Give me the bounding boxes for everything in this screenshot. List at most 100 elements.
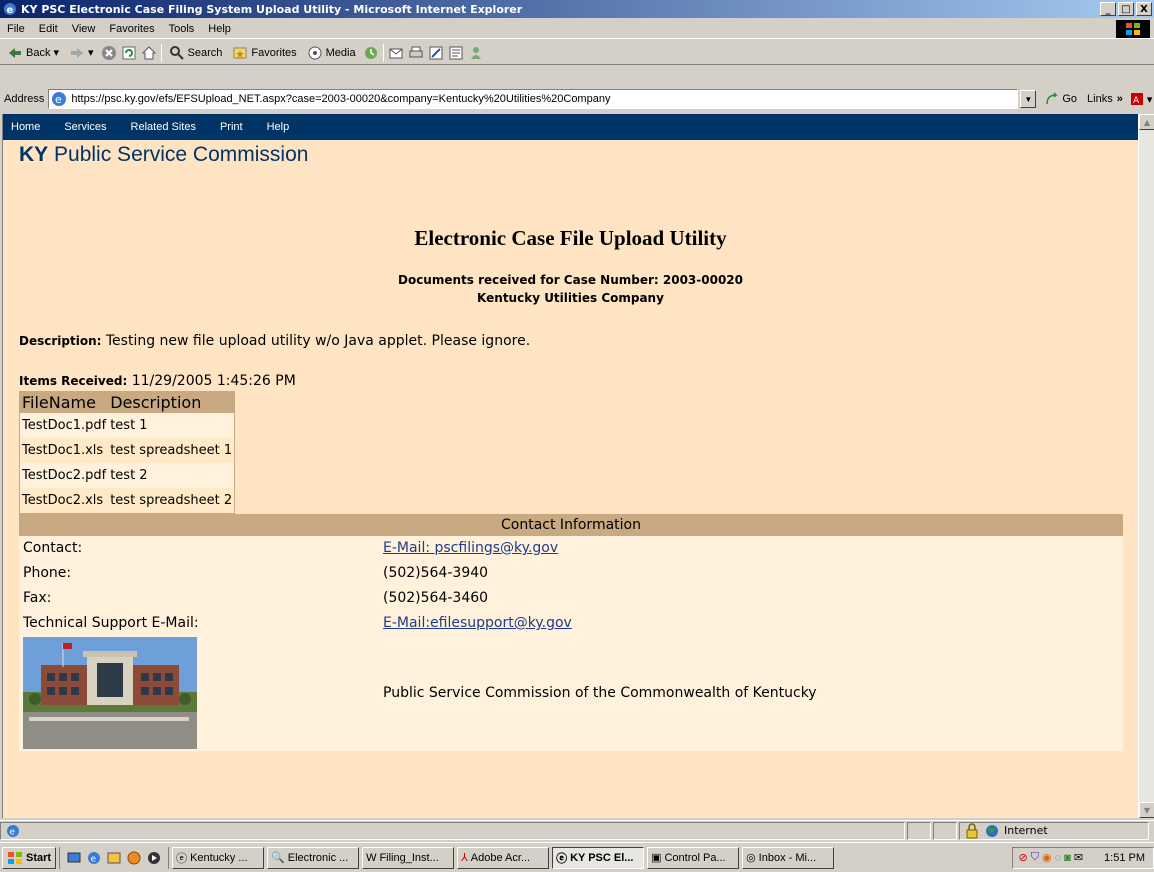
- taskbar-item-label: Kentucky ...: [190, 851, 248, 864]
- forward-dropdown-icon[interactable]: ▾: [88, 46, 94, 59]
- go-button[interactable]: Go: [1044, 91, 1077, 107]
- taskbar-item-kentucky[interactable]: ⓔ Kentucky ...: [172, 846, 265, 869]
- address-bar: Address e https://psc.ky.gov/efs/EFSUplo…: [0, 88, 1154, 110]
- refresh-icon[interactable]: [121, 45, 137, 61]
- address-url: https://psc.ky.gov/efs/EFSUpload_NET.asp…: [71, 93, 611, 105]
- media-button[interactable]: Media: [304, 45, 359, 61]
- ie-icon[interactable]: e: [86, 850, 102, 866]
- address-input[interactable]: e https://psc.ky.gov/efs/EFSUpload_NET.a…: [48, 89, 1019, 109]
- taskbar-item-filing-inst[interactable]: W Filing_Inst...: [362, 846, 455, 869]
- favorites-button[interactable]: Favorites: [229, 45, 299, 61]
- building-photo: [23, 637, 197, 749]
- back-arrow-icon: [9, 47, 21, 58]
- vertical-scrollbar[interactable]: ▲ ▼: [1138, 114, 1154, 818]
- taskbar-item-ky-psc[interactable]: ⓔ KY PSC El...: [552, 846, 645, 869]
- messenger-icon[interactable]: [468, 45, 484, 61]
- acrobat-dropdown-icon[interactable]: ▾: [1147, 93, 1153, 106]
- case-info: Documents received for Case Number: 2003…: [3, 271, 1138, 307]
- discuss-icon[interactable]: [448, 45, 464, 61]
- nav-print[interactable]: Print: [220, 121, 243, 133]
- back-dropdown-icon[interactable]: ▾: [53, 46, 59, 59]
- files-table: FileName Description TestDoc1.pdf test 1…: [19, 391, 236, 514]
- nav-home[interactable]: Home: [11, 121, 40, 133]
- desktop-icon[interactable]: [66, 850, 82, 866]
- search-button[interactable]: Search: [166, 45, 226, 61]
- minimize-button[interactable]: _: [1100, 2, 1116, 16]
- start-button[interactable]: Start: [2, 846, 57, 869]
- column-filename: FileName: [19, 391, 109, 413]
- svg-text:e: e: [91, 854, 97, 864]
- file-name: TestDoc1.pdf: [19, 413, 109, 438]
- links-chevron-icon[interactable]: »: [1117, 93, 1123, 105]
- stop-icon[interactable]: [101, 45, 117, 61]
- mail-icon[interactable]: [388, 45, 404, 61]
- file-description: test 1: [108, 413, 235, 438]
- nav-help[interactable]: Help: [267, 121, 290, 133]
- start-label: Start: [26, 851, 52, 864]
- taskbar-item-adobe[interactable]: ⅄ Adobe Acr...: [457, 846, 550, 869]
- taskbar-item-label: Adobe Acr...: [470, 851, 531, 864]
- nav-services[interactable]: Services: [64, 121, 106, 133]
- outlook-icon[interactable]: [106, 850, 122, 866]
- photo-row: Public Service Commission of the Commonw…: [19, 636, 1123, 751]
- items-received-time: 11/29/2005 1:45:26 PM: [131, 373, 296, 389]
- files-table-header: FileName Description: [19, 391, 235, 413]
- globe-icon: [986, 824, 998, 837]
- print-icon[interactable]: [408, 45, 424, 61]
- menu-edit[interactable]: Edit: [32, 23, 65, 35]
- lock-icon: [966, 822, 978, 838]
- history-icon[interactable]: [363, 45, 379, 61]
- taskbar-item-inbox[interactable]: ◎ Inbox - Mi...: [742, 846, 835, 869]
- tray-mail-icon[interactable]: ✉: [1074, 851, 1083, 864]
- fax-label: Fax:: [23, 590, 52, 606]
- tech-support-label: Technical Support E-Mail:: [23, 615, 199, 631]
- tray-icon[interactable]: ◉: [1042, 851, 1052, 864]
- tray-icon[interactable]: ◌: [1055, 852, 1062, 864]
- links-button[interactable]: Links: [1087, 93, 1113, 105]
- maximize-button[interactable]: □: [1118, 2, 1134, 16]
- description-text: Testing new file upload utility w/o Java…: [105, 333, 531, 349]
- media-label: Media: [325, 46, 356, 59]
- tray-icon[interactable]: ◙: [1064, 852, 1071, 864]
- title-bar: e KY PSC Electronic Case Filing System U…: [0, 0, 1154, 18]
- menu-help[interactable]: Help: [201, 23, 238, 35]
- acrobat-icon[interactable]: A: [1129, 91, 1145, 107]
- calendar-icon[interactable]: [126, 850, 142, 866]
- forward-button[interactable]: ▾: [66, 45, 97, 61]
- menu-file[interactable]: File: [0, 23, 32, 35]
- taskbar-item-electronic[interactable]: 🔍 Electronic ...: [267, 846, 360, 869]
- search-task-icon: 🔍: [271, 852, 285, 864]
- tech-support-email-link[interactable]: E-Mail:efilesupport@ky.gov: [383, 615, 572, 631]
- tray-icon[interactable]: ⛉: [1031, 851, 1039, 864]
- page-title: Electronic Case File Upload Utility: [414, 226, 727, 250]
- menu-favorites[interactable]: Favorites: [102, 23, 161, 35]
- windows-logo-icon: [8, 851, 22, 864]
- site-title-rest: Public Service Commission: [54, 143, 309, 166]
- ie-icon: e: [4, 3, 16, 16]
- security-zone: Internet: [959, 821, 1149, 840]
- taskbar-item-label: Control Pa...: [664, 851, 726, 864]
- window-title: KY PSC Electronic Case Filing System Upl…: [21, 2, 523, 16]
- menu-view[interactable]: View: [65, 23, 103, 35]
- table-row: TestDoc2.xls test spreadsheet 2: [19, 488, 235, 513]
- scroll-up-icon[interactable]: ▲: [1139, 114, 1154, 130]
- media-player-icon[interactable]: [146, 850, 162, 866]
- browser-window: e KY PSC Electronic Case Filing System U…: [0, 0, 1154, 872]
- file-description: test 2: [108, 463, 235, 488]
- company-name: Kentucky Utilities Company: [477, 291, 664, 305]
- table-row: TestDoc1.pdf test 1: [19, 413, 235, 438]
- contact-email-link[interactable]: E-Mail: pscfilings@ky.gov: [383, 540, 558, 556]
- close-button[interactable]: X: [1136, 2, 1152, 16]
- back-button[interactable]: Back ▾: [4, 45, 62, 61]
- tech-support-row: Technical Support E-Mail: E-Mail:efilesu…: [19, 611, 1123, 636]
- tray-icon[interactable]: ⊘: [1019, 851, 1028, 864]
- forward-arrow-icon: [71, 47, 83, 58]
- taskbar-item-control-panel[interactable]: ▣ Control Pa...: [647, 846, 740, 869]
- scroll-down-icon[interactable]: ▼: [1139, 802, 1154, 818]
- svg-text:A: A: [1133, 96, 1140, 106]
- menu-tools[interactable]: Tools: [162, 23, 202, 35]
- edit-icon[interactable]: [428, 45, 444, 61]
- home-icon[interactable]: [141, 45, 157, 61]
- address-dropdown-icon[interactable]: ▼: [1020, 90, 1037, 108]
- nav-related-sites[interactable]: Related Sites: [131, 121, 196, 133]
